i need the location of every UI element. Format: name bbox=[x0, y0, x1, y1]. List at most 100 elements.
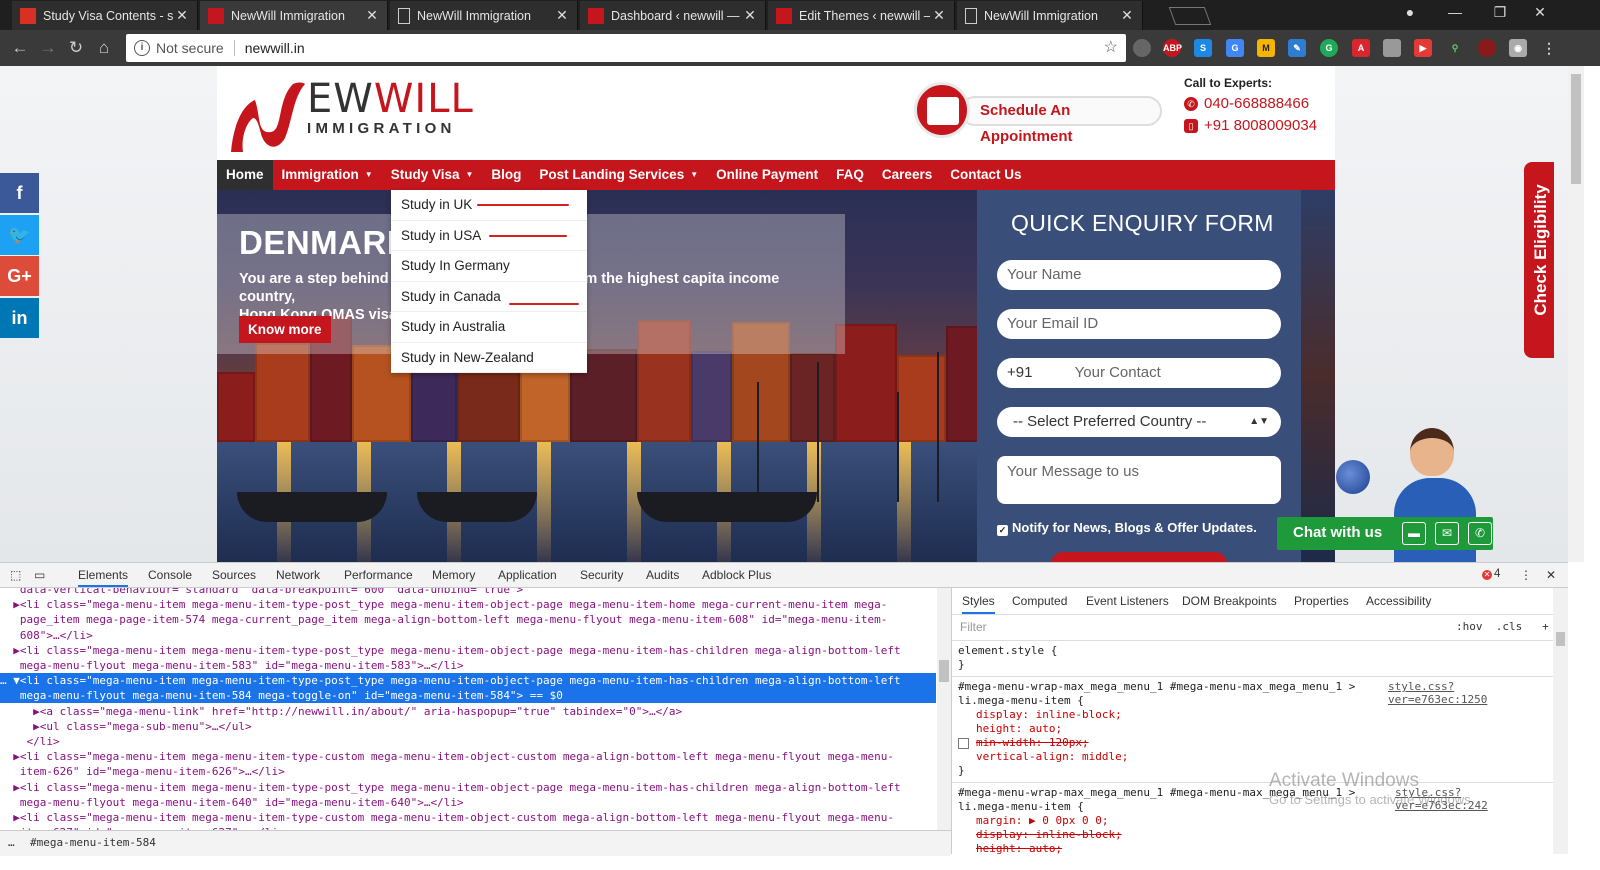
browser-tab[interactable]: NewWill Immigration ✕ bbox=[957, 1, 1143, 30]
rule1-p3-checkbox[interactable] bbox=[958, 738, 969, 749]
styles-scrollbar[interactable] bbox=[1553, 588, 1568, 854]
dom-node-line[interactable]: ▶<li class="mega-menu-item mega-menu-ite… bbox=[0, 643, 936, 658]
styles-tab-styles[interactable]: Styles bbox=[962, 594, 995, 614]
browser-tab[interactable]: NewWill Immigration ✕ bbox=[200, 1, 388, 30]
home-icon[interactable]: ⌂ bbox=[92, 36, 116, 60]
device-toolbar-icon[interactable]: ▭ bbox=[34, 568, 45, 582]
styles-tab-properties[interactable]: Properties bbox=[1294, 594, 1349, 608]
country-select[interactable]: -- Select Preferred Country -- ▲▼ bbox=[997, 407, 1281, 437]
rule1-prop-display[interactable]: display: inline-block; bbox=[976, 708, 1122, 722]
styles-tab-dom-breakpoints[interactable]: DOM Breakpoints bbox=[1182, 594, 1277, 608]
edit-extension-icon[interactable]: ✎ bbox=[1288, 39, 1306, 57]
devtools-menu-icon[interactable]: ⋮ bbox=[1520, 568, 1532, 582]
chat-bubble-icon[interactable]: ▬ bbox=[1402, 522, 1426, 545]
name-input[interactable]: Your Name bbox=[997, 260, 1281, 290]
dom-node-line[interactable]: 608">…</li> bbox=[0, 628, 936, 643]
nav-item-faq[interactable]: FAQ bbox=[827, 160, 873, 190]
checkbox-checked-icon[interactable]: ✓ bbox=[997, 525, 1008, 536]
breadcrumb-more[interactable]: … bbox=[8, 836, 15, 849]
profile-icon[interactable]: ● bbox=[1395, 4, 1425, 20]
pdf-extension-icon[interactable]: A bbox=[1352, 39, 1370, 57]
tab-close-icon[interactable]: ✕ bbox=[173, 7, 191, 24]
browser-tab[interactable]: NewWill Immigration ✕ bbox=[390, 1, 578, 30]
devtools-tab-audits[interactable]: Audits bbox=[646, 568, 679, 582]
phone-landline[interactable]: ✆ 040-668888466 bbox=[1184, 95, 1317, 112]
linkedin-icon[interactable]: in bbox=[0, 297, 39, 338]
address-bar[interactable]: i Not secure newwill.in ☆ bbox=[126, 34, 1126, 62]
dropdown-item[interactable]: Study in Australia bbox=[391, 312, 587, 343]
nav-item-post-landing-services[interactable]: Post Landing Services ▼ bbox=[530, 160, 707, 190]
nav-item-study-visa[interactable]: Study Visa ▼ bbox=[382, 160, 483, 190]
nav-item-blog[interactable]: Blog bbox=[482, 160, 530, 190]
dom-node-line[interactable]: … ▼<li class="mega-menu-item mega-menu-i… bbox=[0, 673, 936, 689]
url-text[interactable]: newwill.in bbox=[245, 40, 305, 56]
rule2-prop-height[interactable]: height: auto; bbox=[976, 842, 1062, 856]
google-plus-icon[interactable]: G+ bbox=[0, 256, 39, 296]
menu-icon[interactable]: ⋮ bbox=[1540, 39, 1558, 57]
error-counter[interactable]: ✕ 4 bbox=[1482, 568, 1500, 580]
nav-item-online-payment[interactable]: Online Payment bbox=[707, 160, 827, 190]
hov-toggle[interactable]: :hov .cls + bbox=[1456, 620, 1549, 633]
browser-tab[interactable]: Dashboard ‹ newwill — W ✕ bbox=[580, 1, 766, 30]
inspect-element-icon[interactable]: ⬚ bbox=[10, 568, 21, 582]
contact-input[interactable]: +91 Your Contact bbox=[997, 358, 1281, 388]
dom-node-line[interactable]: page_item mega-page-item-574 mega-curren… bbox=[0, 612, 936, 627]
element-style-rule[interactable]: element.style { bbox=[958, 644, 1057, 658]
devtools-tab-performance[interactable]: Performance bbox=[344, 568, 413, 582]
video-extension-icon[interactable]: ▶ bbox=[1414, 39, 1432, 57]
translate-icon[interactable]: G bbox=[1226, 39, 1244, 57]
dom-node-line[interactable]: mega-menu-flyout mega-menu-item-640" id=… bbox=[0, 795, 936, 810]
facebook-icon[interactable]: f bbox=[0, 173, 39, 213]
red-extension-icon[interactable] bbox=[1478, 39, 1496, 57]
devtools-close-icon[interactable]: ✕ bbox=[1546, 568, 1556, 582]
nav-item-careers[interactable]: Careers bbox=[873, 160, 941, 190]
dom-node-line[interactable]: ▶<li class="mega-menu-item mega-menu-ite… bbox=[0, 810, 936, 825]
dropdown-item[interactable]: Study in USA bbox=[391, 221, 587, 251]
tool-extension-icon[interactable]: ⚲ bbox=[1446, 39, 1464, 57]
dom-node-line[interactable]: ▶<ul class="mega-sub-menu">…</ul> bbox=[0, 719, 936, 734]
notify-checkbox[interactable]: ✓ Notify for News, Blogs & Offer Updates. bbox=[997, 520, 1257, 536]
dom-node-line[interactable]: ▶<li class="mega-menu-item mega-menu-ite… bbox=[0, 780, 936, 795]
dom-node-line[interactable]: data-vertical-behaviour="standard" data-… bbox=[0, 588, 936, 597]
devtools-tab-adblock-plus[interactable]: Adblock Plus bbox=[702, 568, 771, 582]
call-icon[interactable]: ✆ bbox=[1468, 522, 1492, 545]
adblock-plus-icon[interactable]: ABP bbox=[1163, 39, 1182, 57]
m-extension-icon[interactable]: M bbox=[1257, 39, 1275, 57]
dom-node-line[interactable]: ▶<li class="mega-menu-item mega-menu-ite… bbox=[0, 749, 936, 764]
dom-node-line[interactable]: ▶<li class="mega-menu-item mega-menu-ite… bbox=[0, 597, 936, 612]
submit-button[interactable] bbox=[1051, 552, 1227, 562]
twitter-icon[interactable]: 🐦 bbox=[0, 214, 39, 255]
newwill-logo-icon[interactable] bbox=[227, 78, 307, 156]
email-input[interactable]: Your Email ID bbox=[997, 309, 1281, 339]
devtools-tab-console[interactable]: Console bbox=[148, 568, 192, 582]
styles-scrollbar-thumb[interactable] bbox=[1556, 632, 1565, 646]
rule1-source-link[interactable]: style.css?ver=e763ec:1250 bbox=[1388, 680, 1553, 706]
browser-tab[interactable]: Study Visa Contents - sh ✕ bbox=[12, 1, 198, 30]
know-more-button[interactable]: Know more bbox=[239, 316, 331, 343]
appointment-label[interactable]: Schedule An Appointment bbox=[960, 96, 1162, 145]
dropdown-item[interactable]: Study in Canada bbox=[391, 282, 587, 312]
reload-icon[interactable]: ↻ bbox=[64, 36, 88, 60]
rule2-prop-display[interactable]: display: inline-block; bbox=[976, 828, 1122, 842]
rule1-prop-height[interactable]: height: auto; bbox=[976, 722, 1062, 736]
page-scrollbar[interactable] bbox=[1568, 66, 1584, 562]
elements-scrollbar[interactable] bbox=[937, 588, 951, 830]
dom-node-line[interactable]: ▶<a class="mega-menu-link" href="http://… bbox=[0, 704, 936, 719]
devtools-tab-memory[interactable]: Memory bbox=[432, 568, 475, 582]
appointment-button[interactable]: Schedule An Appointment bbox=[914, 82, 1164, 145]
maximize-button[interactable]: ❐ bbox=[1485, 4, 1515, 21]
devtools-tab-elements[interactable]: Elements bbox=[78, 568, 129, 587]
mail-icon[interactable]: ✉ bbox=[1435, 522, 1459, 545]
tab-close-icon[interactable]: ✕ bbox=[553, 7, 571, 24]
tab-close-icon[interactable]: ✕ bbox=[363, 7, 381, 24]
styles-tab-computed[interactable]: Computed bbox=[1012, 594, 1067, 608]
message-textarea[interactable]: Your Message to us bbox=[997, 456, 1281, 504]
check-eligibility-tab[interactable]: Check Eligibility bbox=[1524, 162, 1554, 358]
dropdown-item[interactable]: Study in New-Zealand bbox=[391, 343, 587, 373]
new-tab-button[interactable] bbox=[1168, 7, 1212, 25]
nav-item-immigration[interactable]: Immigration ▼ bbox=[273, 160, 382, 190]
devtools-tab-application[interactable]: Application bbox=[498, 568, 557, 582]
back-icon[interactable]: ← bbox=[8, 36, 32, 60]
styles-tab-accessibility[interactable]: Accessibility bbox=[1366, 594, 1431, 608]
rule2-prop-margin[interactable]: margin: ▶ 0 0px 0 0; bbox=[976, 814, 1108, 828]
